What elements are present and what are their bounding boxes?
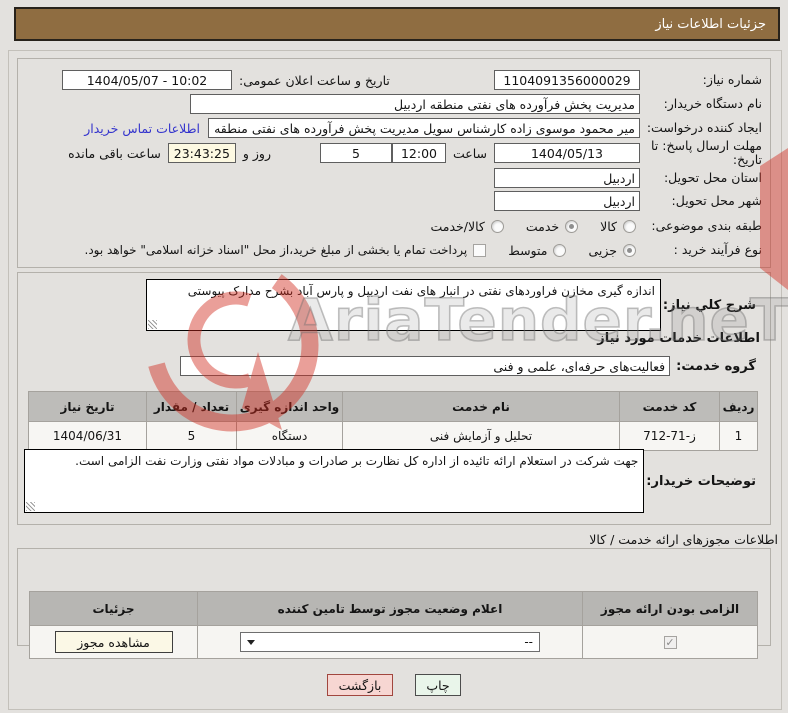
col-service-name: نام خدمت [342,391,620,422]
services-section-header: اطلاعات خدمات مورد نیاز [597,331,760,346]
col-license-details: جزئیات [29,591,198,626]
need-number-field[interactable]: 1104091356000029 [494,70,640,90]
licenses-table-header-row: الزامی بودن ارائه مجوز اعلام وضعیت مجوز … [29,591,758,626]
licenses-table: الزامی بودن ارائه مجوز اعلام وضعیت مجوز … [29,591,758,659]
cell-service-code: ز-71-712 [619,421,720,451]
footer-actions: چاپ بازگشت [0,674,788,696]
request-creator-field[interactable]: میر محمود موسوی زاده کارشناس سویل مدیریت… [208,118,640,138]
services-table: ردیف کد خدمت نام خدمت واحد اندازه گیری ت… [28,391,758,451]
view-license-button[interactable]: مشاهده مجوز [54,631,173,653]
radio-minor[interactable]: جزیی [588,243,636,258]
col-need-date: تاریخ نیاز [28,391,147,422]
service-group-field[interactable]: فعالیت‌های حرفه‌ای، علمی و فنی [180,356,671,376]
radio-goods[interactable]: کالا [600,219,636,234]
radio-medium[interactable]: متوسط [508,242,567,258]
page-title: جزئیات اطلاعات نیاز [14,7,780,41]
remaining-time-label: ساعت باقی مانده [68,145,161,161]
radio-goods-service[interactable]: کالا/خدمت [430,218,504,234]
deadline-label: مهلت ارسال پاسخ: تا تاریخ: [651,137,762,167]
treasury-checkbox-item[interactable]: پرداخت تمام یا بخشی از مبلغ خرید،از محل … [85,243,487,257]
delivery-province-label: استان محل تحویل: [663,169,762,185]
row-buyer-notes: توضیحات خریدار: جهت شرکت در استعلام ارائ… [24,449,756,513]
radio-goods-icon[interactable] [623,219,636,233]
subject-classification-label: طبقه بندی موضوعی: [651,217,762,233]
request-creator-label: ایجاد کننده درخواست: [646,119,762,135]
row-delivery-city: شهر محل تحویل: اردبیل [48,190,762,212]
buyer-name-label: نام دستگاه خریدار: [663,95,762,111]
cell-license-status: -- [197,625,583,659]
buyer-notes-textarea[interactable]: جهت شرکت در استعلام ارائه تائیده از ادار… [24,449,645,513]
radio-goods-service-icon[interactable] [490,219,504,233]
cell-license-details: مشاهده مجوز [29,625,198,659]
remaining-time-field: 23:43:25 [167,143,236,163]
radio-goods-service-label: کالا/خدمت [430,218,485,234]
row-service-group: گروه خدمت: فعالیت‌های حرفه‌ای، علمی و فن… [180,356,756,376]
radio-medium-label: متوسط [508,242,548,258]
remaining-days-field[interactable]: 5 [319,143,392,163]
radio-service[interactable]: خدمت [525,218,579,234]
row-need-number: شماره نیاز: 1104091356000029 تاریخ و ساع… [48,69,762,91]
back-button[interactable]: بازگشت [327,674,393,696]
remaining-days-label: روز و [242,145,271,161]
cell-license-mandatory [582,625,758,659]
row-process-type: نوع فرآیند خرید : جزیی متوسط پرداخت تمام… [48,239,763,261]
services-table-header-row: ردیف کد خدمت نام خدمت واحد اندازه گیری ت… [28,391,758,422]
deadline-hour-label: ساعت [452,145,487,161]
radio-service-icon[interactable] [565,219,579,233]
delivery-province-field[interactable]: اردبیل [494,168,640,188]
table-row: 1 ز-71-712 تحلیل و آزمایش فنی دستگاه 5 1… [28,421,758,451]
row-request-creator: ایجاد کننده درخواست: میر محمود موسوی زاد… [48,117,762,139]
delivery-city-label: شهر محل تحویل: [671,192,762,208]
treasury-checkbox-label: پرداخت تمام یا بخشی از مبلغ خرید،از محل … [84,243,468,257]
col-license-status: اعلام وضعیت مجوز توسط تامین کننده [197,591,583,626]
announce-label: تاریخ و ساعت اعلان عمومی: [239,72,390,88]
need-info-groupbox: شماره نیاز: 1104091356000029 تاریخ و ساع… [17,58,771,268]
cell-service-name: تحلیل و آزمایش فنی [342,421,620,451]
announce-datetime-field[interactable]: 1404/05/07 - 10:02 [62,70,232,90]
table-row: -- مشاهده مجوز [29,625,758,659]
buyer-name-field[interactable]: مدیریت پخش فرآورده های نفتی منطقه اردبیل [190,94,640,114]
need-description-textarea[interactable]: اندازه گیری مخازن فراوردهای نفتی در انبا… [145,279,661,331]
radio-minor-icon[interactable] [623,243,636,257]
licenses-section-header: اطلاعات مجوزهای ارائه خدمت / کالا [589,532,778,547]
cell-need-date: 1404/06/31 [28,421,147,451]
need-number-label: شماره نیاز: [702,71,762,87]
chevron-down-icon [247,639,255,645]
license-mandatory-checkbox[interactable] [663,635,677,649]
process-type-label: نوع فرآیند خرید : [673,241,762,257]
cell-row-index: 1 [719,421,758,451]
col-row-index: ردیف [719,391,758,422]
row-response-deadline: مهلت ارسال پاسخ: تا تاریخ: 1404/05/13 سا… [48,137,762,169]
need-details-page: جزئیات اطلاعات نیاز شماره نیاز: 11040913… [0,0,788,713]
license-status-select[interactable]: -- [240,632,540,652]
services-groupbox: شرح کلي نیاز: اندازه گیری مخازن فراوردها… [17,272,771,525]
buyer-contact-link[interactable]: اطلاعات تماس خریدار [84,121,200,136]
licenses-groupbox: الزامی بودن ارائه مجوز اعلام وضعیت مجوز … [17,548,771,659]
col-unit: واحد اندازه گیری [236,391,343,422]
deadline-time-field[interactable]: 12:00 [391,143,446,163]
row-buyer-name: نام دستگاه خریدار: مدیریت پخش فرآورده ها… [48,93,762,115]
row-need-description: شرح کلي نیاز: اندازه گیری مخازن فراوردها… [145,279,756,331]
treasury-checkbox[interactable] [473,243,487,257]
col-service-code: کد خدمت [619,391,720,422]
deadline-date-field[interactable]: 1404/05/13 [494,143,640,163]
cell-unit: دستگاه [236,421,343,451]
row-subject-classification: طبقه بندی موضوعی: کالا خدمت کالا/خدمت [48,215,762,237]
license-status-value: -- [524,635,533,649]
radio-service-label: خدمت [525,218,560,234]
buyer-notes-label: توضیحات خریدار: [646,473,756,489]
radio-minor-label: جزیی [588,242,617,258]
delivery-city-field[interactable]: اردبیل [494,191,640,211]
col-quantity: تعداد / مقدار [146,391,237,422]
row-delivery-province: استان محل تحویل: اردبیل [48,167,762,189]
cell-quantity: 5 [146,421,237,451]
need-description-label: شرح کلي نیاز: [662,297,756,313]
radio-medium-icon[interactable] [553,243,567,257]
print-button[interactable]: چاپ [415,674,461,696]
radio-goods-label: کالا [600,218,617,234]
service-group-label: گروه خدمت: [676,358,756,374]
col-license-mandatory: الزامی بودن ارائه مجوز [582,591,758,626]
